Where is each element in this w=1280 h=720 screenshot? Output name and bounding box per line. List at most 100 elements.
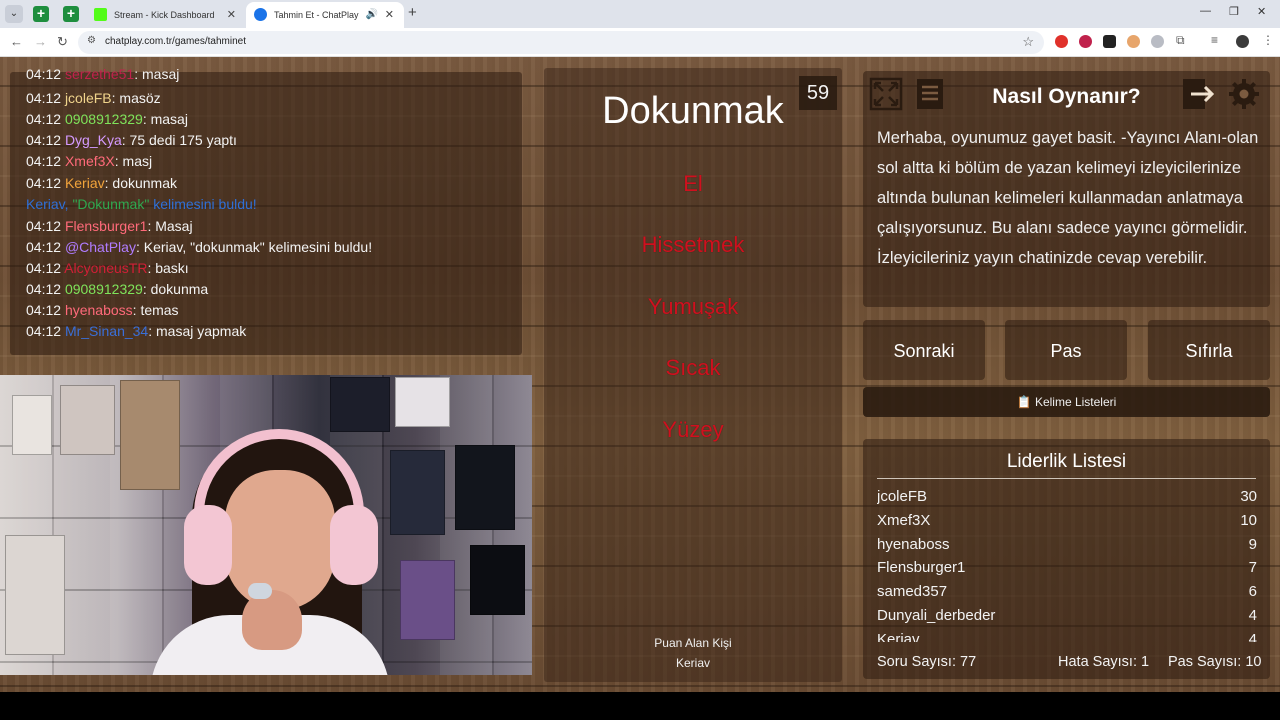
media-controls-icon[interactable]: ≡ — [1211, 33, 1218, 47]
tab-chatplay[interactable]: Tahmin Et - ChatPlay 🔊 ✕ — [246, 2, 404, 28]
leaderboard-panel: Liderlik Listesi jcoleFB 30 Xmef3X 10 hyen… — [863, 439, 1270, 679]
poster — [395, 377, 450, 427]
chat-username: 0908912329 — [64, 281, 143, 297]
extension-icon[interactable] — [1079, 35, 1092, 48]
game-page: 04:12 serzethe51: masaj 04:12 jcoleFB: m… — [0, 57, 1280, 692]
chat-username: Dyg_Kya — [64, 132, 122, 148]
leaderboard-row: Xmef3X 10 — [877, 511, 1257, 529]
reload-icon[interactable]: ↻ — [57, 34, 68, 50]
leaderboard-row: hyenaboss 9 — [877, 535, 1257, 553]
bottom-bar — [0, 692, 1280, 720]
pinned-tab-sheets-icon[interactable] — [63, 5, 79, 22]
pinned-tab-sheets-icon[interactable] — [33, 5, 49, 22]
chat-message: 04:12 0908912329: dokunma — [26, 281, 209, 297]
tab-title: Tahmin Et - ChatPlay — [274, 10, 359, 20]
chat-username: Flensburger1 — [64, 218, 148, 234]
next-button[interactable]: Sonraki — [863, 320, 985, 380]
word-card: 59 Dokunmak El Hissetmek Yumuşak Sıcak Y… — [544, 68, 842, 682]
close-icon[interactable]: ✕ — [385, 2, 394, 28]
chat-message: 04:12 Keriav: dokunmak — [26, 175, 177, 191]
extension-icon[interactable] — [1103, 35, 1116, 48]
chat-message: 04:12 jcoleFB: masöz — [26, 90, 161, 106]
extensions-puzzle-icon[interactable]: ⧉ — [1176, 33, 1185, 48]
chatplay-favicon-icon — [254, 8, 267, 21]
poster — [390, 450, 445, 535]
poster — [12, 395, 52, 455]
leaderboard-row: Dunyali_derbeder 4 — [877, 606, 1257, 624]
chat-username: Keriav — [64, 175, 105, 191]
chat-message: 04:12 AlcyoneusTR: baskı — [26, 260, 189, 276]
leaderboard-row: Keriav 4 — [877, 630, 1257, 642]
tab-search-icon[interactable]: ⌄ — [5, 5, 23, 23]
bookmark-star-icon[interactable]: ☆ — [1022, 34, 1034, 50]
scorer-name: Keriav — [675, 656, 710, 670]
kick-favicon-icon — [94, 8, 107, 21]
exit-icon[interactable] — [1181, 77, 1215, 111]
target-word: Dokunmak — [602, 90, 784, 132]
browser-tab-bar: ⌄ Stream - Kick Dashboard ✕ Tahmin Et - … — [0, 0, 1280, 28]
poster — [470, 545, 525, 615]
chat-username: Mr_Sinan_34 — [64, 323, 149, 339]
poster — [400, 560, 455, 640]
leaderboard-row: jcoleFB 30 — [877, 488, 1257, 505]
streamer — [130, 415, 390, 675]
minimize-icon[interactable]: — — [1200, 5, 1211, 17]
divider — [877, 478, 1256, 479]
taboo-word: Yüzey — [662, 417, 724, 442]
pass-button[interactable]: Pas — [1005, 320, 1127, 380]
kebab-menu-icon[interactable]: ⋮ — [1262, 33, 1274, 47]
error-count: Hata Sayısı: 1 — [1058, 654, 1150, 670]
pass-count: Pas Sayısı: 10 — [1168, 654, 1262, 670]
rules-document-icon[interactable] — [913, 77, 947, 111]
opera-extension-icon[interactable] — [1055, 35, 1068, 48]
restore-icon[interactable]: ❐ — [1229, 5, 1239, 18]
webcam-feed — [0, 375, 532, 675]
chat-username: AlcyoneusTR — [64, 260, 148, 276]
leaderboard-title: Liderlik Listesi — [1006, 451, 1127, 472]
chat-message: 04:12 Mr_Sinan_34: masaj yapmak — [26, 323, 247, 339]
site-info-icon[interactable]: ⚙ — [87, 35, 96, 46]
taboo-word: El — [683, 171, 703, 196]
leaderboard-list[interactable]: jcoleFB 30 Xmef3X 10 hyenaboss 9 Flensburge… — [877, 484, 1257, 642]
leaderboard-row: samed357 6 — [877, 583, 1257, 601]
chat-username: hyenaboss — [64, 302, 133, 318]
new-tab-icon[interactable]: + — [408, 4, 417, 21]
poster — [5, 535, 65, 655]
word-lists-button[interactable]: 📋 Kelime Listeleri — [863, 387, 1270, 417]
back-icon[interactable]: ← — [10, 34, 23, 49]
chat-overlay: 04:12 serzethe51: masaj 04:12 jcoleFB: m… — [10, 66, 522, 355]
chat-username: serzethe51 — [64, 66, 135, 82]
close-window-icon[interactable]: ✕ — [1257, 5, 1266, 18]
shield-extension-icon[interactable] — [1151, 35, 1164, 48]
chat-username: @ChatPlay — [64, 239, 136, 255]
poster — [455, 445, 515, 530]
settings-gear-icon[interactable] — [1227, 77, 1261, 111]
chat-message: 04:12 hyenaboss: temas — [26, 302, 179, 318]
avatar[interactable] — [1236, 35, 1249, 48]
chat-message: 04:12 serzethe51: masaj — [26, 66, 180, 82]
chat-message: 04:12 Flensburger1: Masaj — [26, 218, 193, 234]
question-count: Soru Sayısı: 77 — [877, 654, 977, 670]
chat-message: 04:12 @ChatPlay: Keriav, "dokunmak" keli… — [26, 239, 373, 255]
taboo-word: Yumuşak — [647, 294, 739, 319]
forward-icon[interactable]: → — [34, 34, 47, 49]
chat-username: jcoleFB — [64, 90, 112, 106]
tab-kick-dashboard[interactable]: Stream - Kick Dashboard ✕ — [86, 2, 246, 28]
extension-icon[interactable] — [1127, 35, 1140, 48]
speaker-icon[interactable]: 🔊 — [366, 2, 378, 28]
url-field[interactable]: ⚙ chatplay.com.tr/games/tahminet ☆ — [78, 31, 1044, 54]
fullscreen-icon[interactable] — [869, 77, 903, 111]
chat-system-message: Keriav, "Dokunmak" kelimesini buldu! — [26, 196, 257, 212]
chat-username: Xmef3X — [64, 153, 115, 169]
taboo-word: Sıcak — [665, 355, 721, 380]
scorer-label: Puan Alan Kişi — [654, 636, 732, 650]
reset-button[interactable]: Sıfırla — [1148, 320, 1270, 380]
leaderboard-row: Flensburger1 7 — [877, 559, 1257, 577]
how-to-play-title: Nasıl Oynanır? — [992, 85, 1141, 108]
chat-username: 0908912329 — [64, 111, 143, 127]
tab-title: Stream - Kick Dashboard — [114, 10, 215, 20]
taboo-word: Hissetmek — [641, 232, 745, 257]
close-icon[interactable]: ✕ — [227, 2, 236, 28]
chat-message: 04:12 Dyg_Kya: 75 dedi 175 yaptı — [26, 132, 237, 148]
how-to-play-panel: Nasıl Oynanır? Merhaba, oyunumuz gayet b… — [863, 71, 1270, 307]
